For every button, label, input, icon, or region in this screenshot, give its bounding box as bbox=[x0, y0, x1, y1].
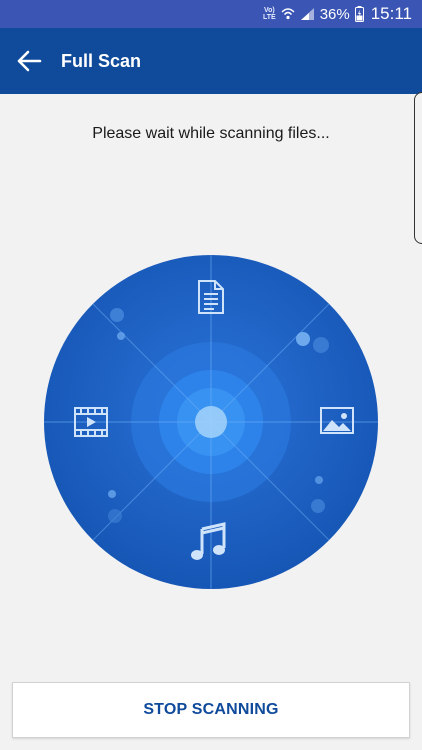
app-bar: Full Scan bbox=[0, 28, 422, 94]
edge-panel-handle[interactable] bbox=[414, 92, 422, 244]
page-title: Full Scan bbox=[61, 50, 142, 71]
volte-lte-icon: Vo) LTE bbox=[262, 7, 276, 21]
wifi-icon bbox=[281, 7, 295, 21]
status-bar: Vo) LTE 36% 15:11 bbox=[0, 0, 422, 28]
signal-icon bbox=[300, 7, 315, 21]
stop-scanning-button[interactable]: STOP SCANNING bbox=[12, 682, 410, 738]
scan-radar bbox=[44, 255, 378, 589]
clock: 15:11 bbox=[370, 4, 412, 23]
arrow-left-icon bbox=[17, 50, 42, 72]
back-button[interactable] bbox=[0, 28, 58, 94]
scan-status-message: Please wait while scanning files... bbox=[92, 125, 330, 142]
battery-icon bbox=[354, 6, 364, 22]
battery-percent: 36% bbox=[319, 5, 350, 23]
